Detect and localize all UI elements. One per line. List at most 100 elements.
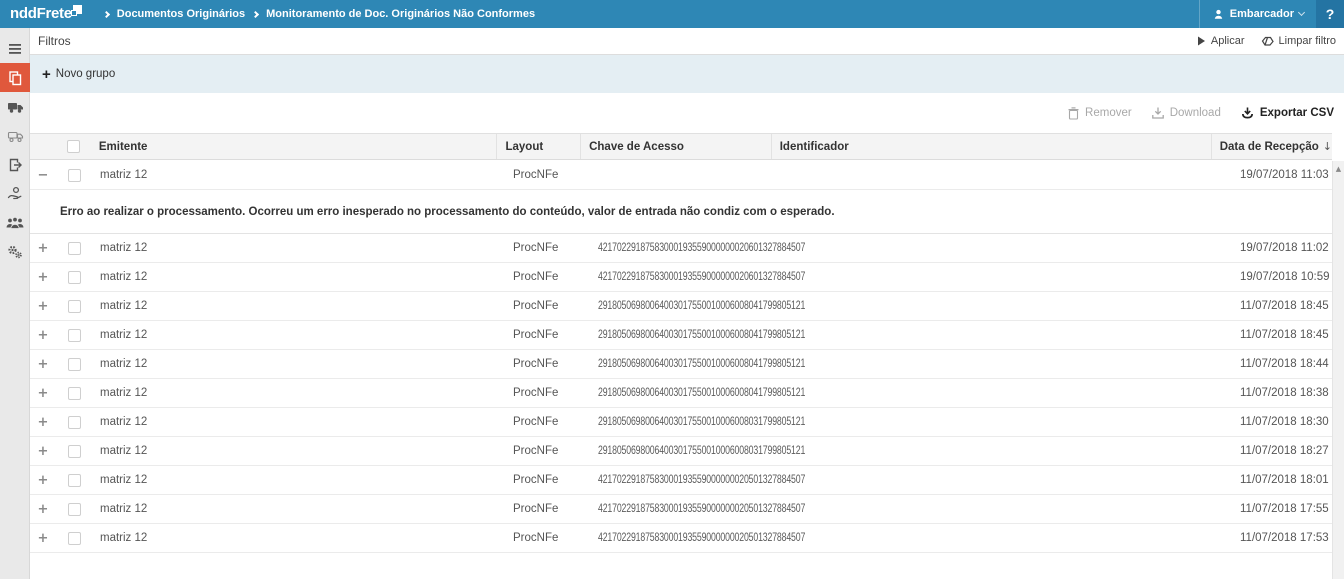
cell-chave-de-acesso: 4217022918758300019355900000002050132788… <box>590 474 784 486</box>
cell-data-de-recepcao: 19/07/2018 11:02 <box>1232 242 1332 254</box>
help-button[interactable]: ? <box>1316 0 1344 28</box>
cell-data-de-recepcao: 19/07/2018 10:59 <box>1232 271 1332 283</box>
cell-chave-de-acesso: 4217022918758300019355900000002060132788… <box>590 271 784 283</box>
sidebar-item-frota[interactable] <box>0 121 30 150</box>
header-identificador[interactable]: Identificador <box>771 134 1211 159</box>
sidebar-item-usuarios[interactable] <box>0 208 30 237</box>
table-row: + matriz 12 ProcNFe 42170229187583000193… <box>30 466 1332 495</box>
sidebar-menu-toggle[interactable] <box>0 34 30 63</box>
row-checkbox[interactable] <box>68 242 81 255</box>
user-menu-label: Embarcador <box>1230 8 1294 20</box>
document-export-icon <box>7 157 23 173</box>
row-checkbox[interactable] <box>68 329 81 342</box>
export-csv-label: Exportar CSV <box>1260 107 1334 119</box>
remove-label: Remover <box>1085 107 1132 119</box>
download-icon <box>1152 107 1164 119</box>
cell-data-de-recepcao: 11/07/2018 17:55 <box>1232 503 1332 515</box>
row-expander-button[interactable]: + <box>38 503 49 516</box>
trash-icon <box>1068 107 1079 120</box>
app-logo[interactable]: nddFrete <box>0 1 82 27</box>
table-row: + matriz 12 ProcNFe 29180506980064003017… <box>30 321 1332 350</box>
download-button[interactable]: Download <box>1152 107 1221 119</box>
row-expander-button[interactable]: + <box>38 474 49 487</box>
row-checkbox[interactable] <box>68 445 81 458</box>
cell-emitente: matriz 12 <box>92 416 505 428</box>
vertical-scrollbar[interactable]: ▲ <box>1332 161 1344 579</box>
cell-emitente: matriz 12 <box>92 503 505 515</box>
cell-chave-de-acesso <box>590 169 784 181</box>
header-chave-de-acesso[interactable]: Chave de Acesso <box>580 134 771 159</box>
download-label: Download <box>1170 107 1221 119</box>
table-row: + matriz 12 ProcNFe 42170229187583000193… <box>30 495 1332 524</box>
chevron-right-icon <box>252 10 259 17</box>
users-icon <box>6 216 24 230</box>
cell-layout: ProcNFe <box>505 387 590 399</box>
table-row: + matriz 12 ProcNFe 42170229187583000193… <box>30 234 1332 263</box>
row-checkbox[interactable] <box>68 474 81 487</box>
row-checkbox[interactable] <box>68 503 81 516</box>
cell-data-de-recepcao: 11/07/2018 18:27 <box>1232 445 1332 457</box>
row-checkbox[interactable] <box>68 271 81 284</box>
breadcrumb-item-documentos[interactable]: Documentos Originários <box>117 8 245 20</box>
export-csv-button[interactable]: Exportar CSV <box>1241 107 1334 120</box>
cell-layout: ProcNFe <box>505 503 590 515</box>
sidebar-item-documentos[interactable] <box>0 63 30 92</box>
row-expander-button[interactable]: + <box>38 416 49 429</box>
sidebar-item-transporte[interactable] <box>0 92 30 121</box>
sidebar-item-pagamentos[interactable] <box>0 179 30 208</box>
header-data-de-recepcao[interactable]: Data de Recepção ↓ <box>1211 134 1332 159</box>
hand-coin-icon <box>7 186 23 201</box>
clear-filter-button[interactable]: Limpar filtro <box>1261 35 1336 47</box>
row-expander-button[interactable]: + <box>38 300 49 313</box>
select-all-checkbox[interactable] <box>67 140 80 153</box>
menu-icon <box>8 43 22 55</box>
row-checkbox[interactable] <box>68 416 81 429</box>
row-expander-button[interactable]: + <box>38 358 49 371</box>
header-select-all-cell <box>56 134 91 159</box>
sidebar-item-configuracoes[interactable] <box>0 237 30 266</box>
cell-layout: ProcNFe <box>505 532 590 544</box>
cell-emitente: matriz 12 <box>92 474 505 486</box>
plus-icon: + <box>42 67 51 82</box>
new-group-button[interactable]: + Novo grupo <box>42 67 115 82</box>
chevron-down-icon <box>1298 9 1305 16</box>
table-body: − matriz 12 ProcNFe 19/07/2018 11:03 Err… <box>30 161 1332 553</box>
header-layout[interactable]: Layout <box>496 134 580 159</box>
row-checkbox[interactable] <box>68 300 81 313</box>
play-icon <box>1197 36 1206 46</box>
remove-button[interactable]: Remover <box>1068 107 1132 120</box>
cell-layout: ProcNFe <box>505 474 590 486</box>
cell-data-de-recepcao: 19/07/2018 11:03 <box>1232 169 1332 181</box>
error-detail-row: Erro ao realizar o processamento. Ocorre… <box>30 190 1332 234</box>
table-row: + matriz 12 ProcNFe 29180506980064003017… <box>30 437 1332 466</box>
row-expander-button[interactable]: + <box>38 532 49 545</box>
table-row: + matriz 12 ProcNFe 29180506980064003017… <box>30 379 1332 408</box>
app-logo-text: nddFrete <box>10 1 72 27</box>
row-expander-button[interactable]: + <box>38 271 49 284</box>
row-expander-button[interactable]: + <box>38 387 49 400</box>
row-expander-button[interactable]: + <box>38 242 49 255</box>
cell-chave-de-acesso: 4217022918758300019355900000002060132788… <box>590 242 784 254</box>
filter-group-strip: + Novo grupo <box>30 55 1344 93</box>
header-emitente[interactable]: Emitente <box>91 134 497 159</box>
breadcrumb-item-monitoramento[interactable]: Monitoramento de Doc. Originários Não Co… <box>266 8 535 20</box>
row-checkbox[interactable] <box>68 358 81 371</box>
row-expander-button[interactable]: + <box>38 329 49 342</box>
sidebar-item-envio-documentos[interactable] <box>0 150 30 179</box>
row-expander-button[interactable]: − <box>38 169 49 182</box>
row-checkbox[interactable] <box>68 169 81 182</box>
cell-data-de-recepcao: 11/07/2018 18:30 <box>1232 416 1332 428</box>
user-menu[interactable]: Embarcador <box>1199 0 1316 28</box>
cell-emitente: matriz 12 <box>92 300 505 312</box>
row-checkbox[interactable] <box>68 387 81 400</box>
table-row: + matriz 12 ProcNFe 29180506980064003017… <box>30 350 1332 379</box>
grid-toolbar: Remover Download Exportar CSV <box>30 93 1344 133</box>
row-checkbox[interactable] <box>68 532 81 545</box>
row-expander-button[interactable]: + <box>38 445 49 458</box>
cell-chave-de-acesso: 2918050698006400301755001000600804179980… <box>590 300 784 312</box>
header-expander-cell <box>30 134 56 159</box>
cell-layout: ProcNFe <box>505 300 590 312</box>
apply-filter-button[interactable]: Aplicar <box>1197 35 1245 47</box>
user-icon <box>1212 8 1225 21</box>
cell-data-de-recepcao: 11/07/2018 18:44 <box>1232 358 1332 370</box>
